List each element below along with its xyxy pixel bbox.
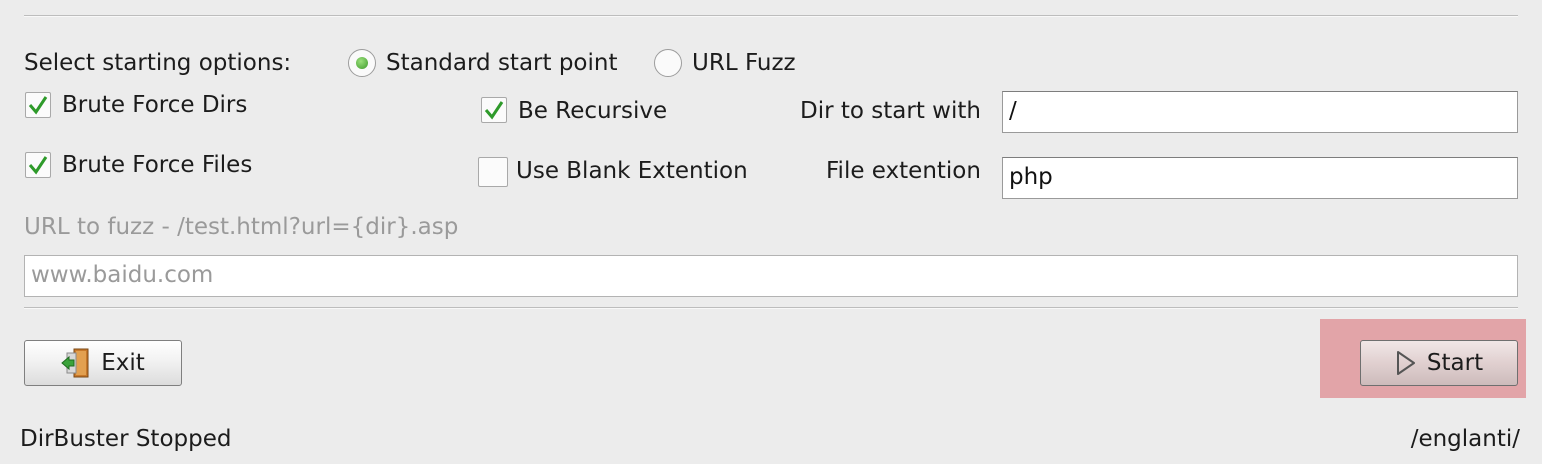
brute-force-files-label[interactable]: Brute Force Files xyxy=(62,151,252,179)
exit-door-icon xyxy=(61,348,89,378)
start-button[interactable]: Start xyxy=(1360,340,1518,386)
dir-to-start-label: Dir to start with xyxy=(800,98,981,124)
url-fuzz-input[interactable]: www.baidu.com xyxy=(24,255,1518,297)
use-blank-extension-label[interactable]: Use Blank Extention xyxy=(516,157,748,185)
radio-url-fuzz-button[interactable] xyxy=(654,49,682,77)
top-separator xyxy=(24,15,1518,17)
brute-force-dirs-label[interactable]: Brute Force Dirs xyxy=(62,91,247,119)
radio-standard-start-label[interactable]: Standard start point xyxy=(386,49,617,77)
checkmark-icon xyxy=(484,101,504,120)
be-recursive-label[interactable]: Be Recursive xyxy=(518,97,667,125)
starting-options-label: Select starting options: xyxy=(24,50,292,76)
be-recursive-checkbox[interactable] xyxy=(481,97,507,123)
brute-force-dirs-checkbox[interactable] xyxy=(25,92,51,118)
use-blank-extension-checkbox[interactable] xyxy=(478,157,508,187)
dir-to-start-input[interactable]: / xyxy=(1002,91,1518,133)
button-separator xyxy=(24,307,1518,309)
checkmark-icon xyxy=(28,96,48,115)
radio-url-fuzz-label[interactable]: URL Fuzz xyxy=(692,49,796,77)
url-fuzz-label: URL to fuzz - /test.html?url={dir}.asp xyxy=(24,214,459,240)
file-extension-label: File extention xyxy=(826,158,981,184)
checkmark-icon xyxy=(28,156,48,175)
brute-force-files-checkbox[interactable] xyxy=(25,152,51,178)
file-extension-input[interactable]: php xyxy=(1002,157,1518,199)
exit-button-label: Exit xyxy=(101,350,145,376)
start-button-label: Start xyxy=(1426,350,1484,376)
status-path: /englanti/ xyxy=(1410,426,1520,452)
play-icon xyxy=(1396,351,1415,375)
exit-button[interactable]: Exit xyxy=(24,340,182,386)
status-text: DirBuster Stopped xyxy=(20,426,232,452)
radio-standard-start-button[interactable] xyxy=(348,49,376,77)
